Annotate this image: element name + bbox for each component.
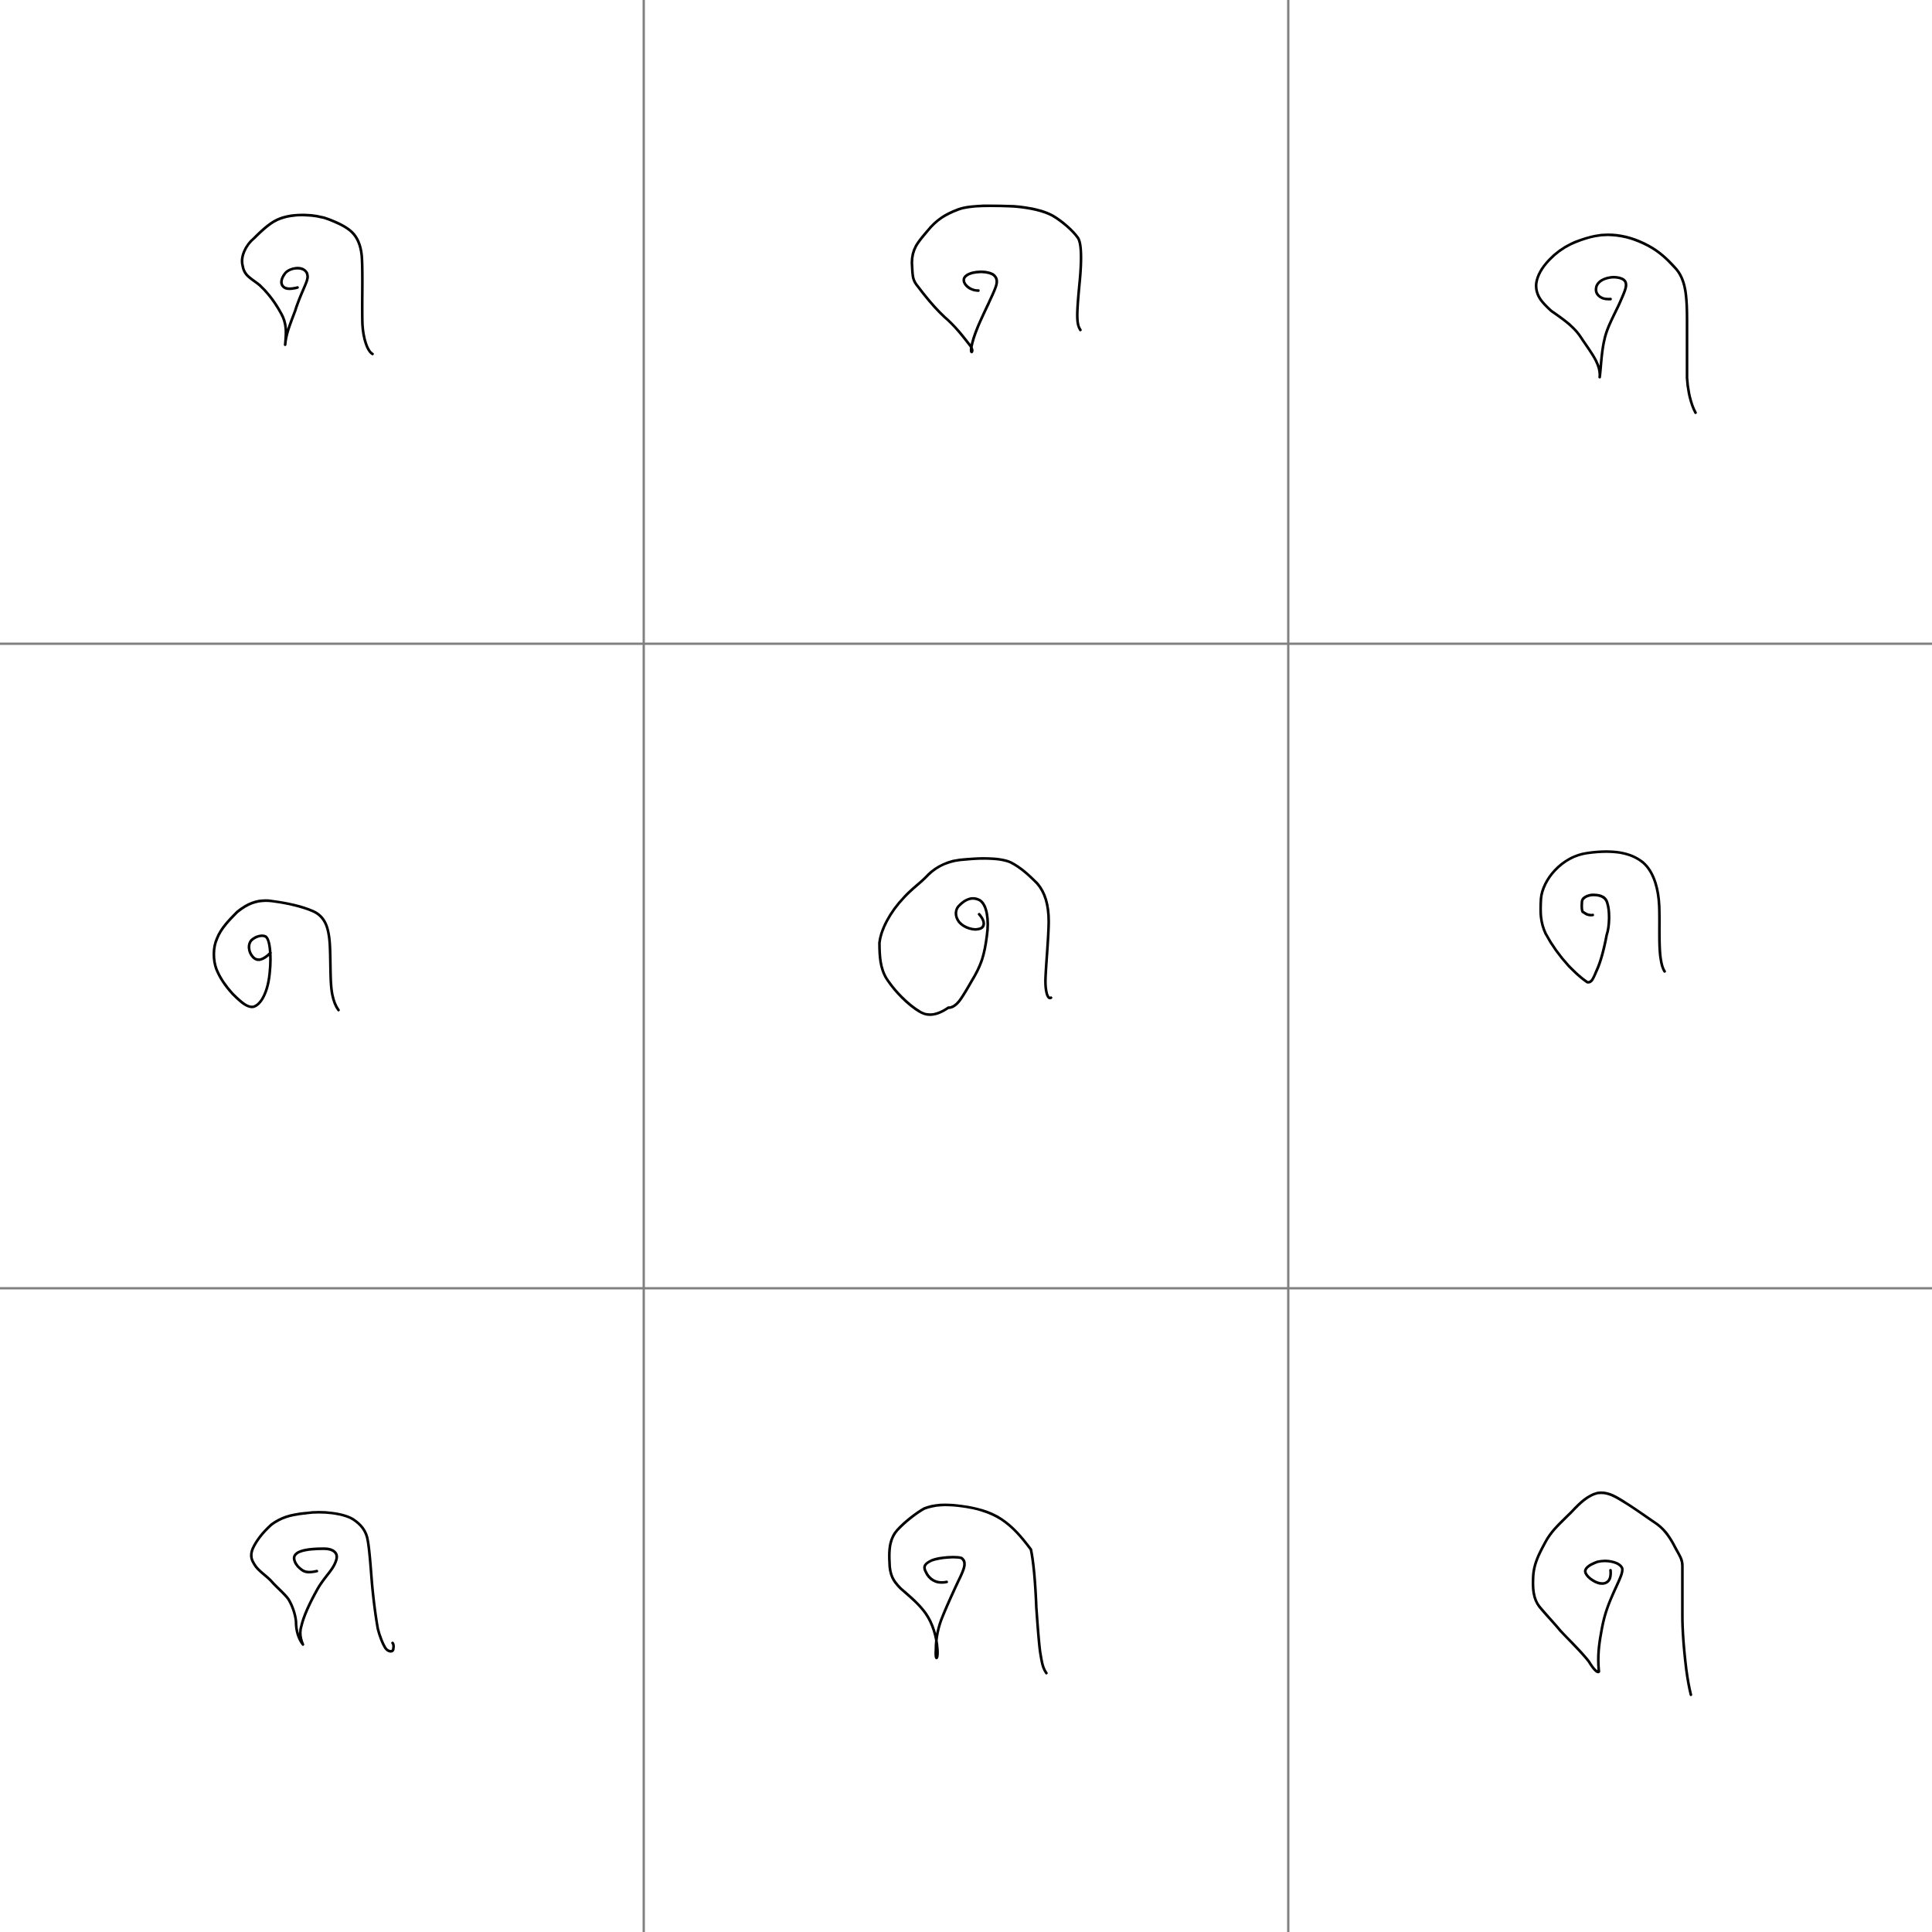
sketch-cell-2 [910,204,1083,354]
sketch-cell-5 [878,857,1053,1016]
sketch-cell-1 [240,213,374,355]
sketch-canvas [0,0,1932,1932]
sketch-cell-8 [888,1503,1048,1675]
sketch-cell-3 [1535,233,1697,414]
sketch-cell-6 [1539,850,1666,984]
sketch-cell-7 [250,1511,395,1653]
sketch-cell-4 [213,899,340,1012]
sketch-cell-9 [1532,1491,1692,1696]
sketch-grid [0,0,1932,1932]
